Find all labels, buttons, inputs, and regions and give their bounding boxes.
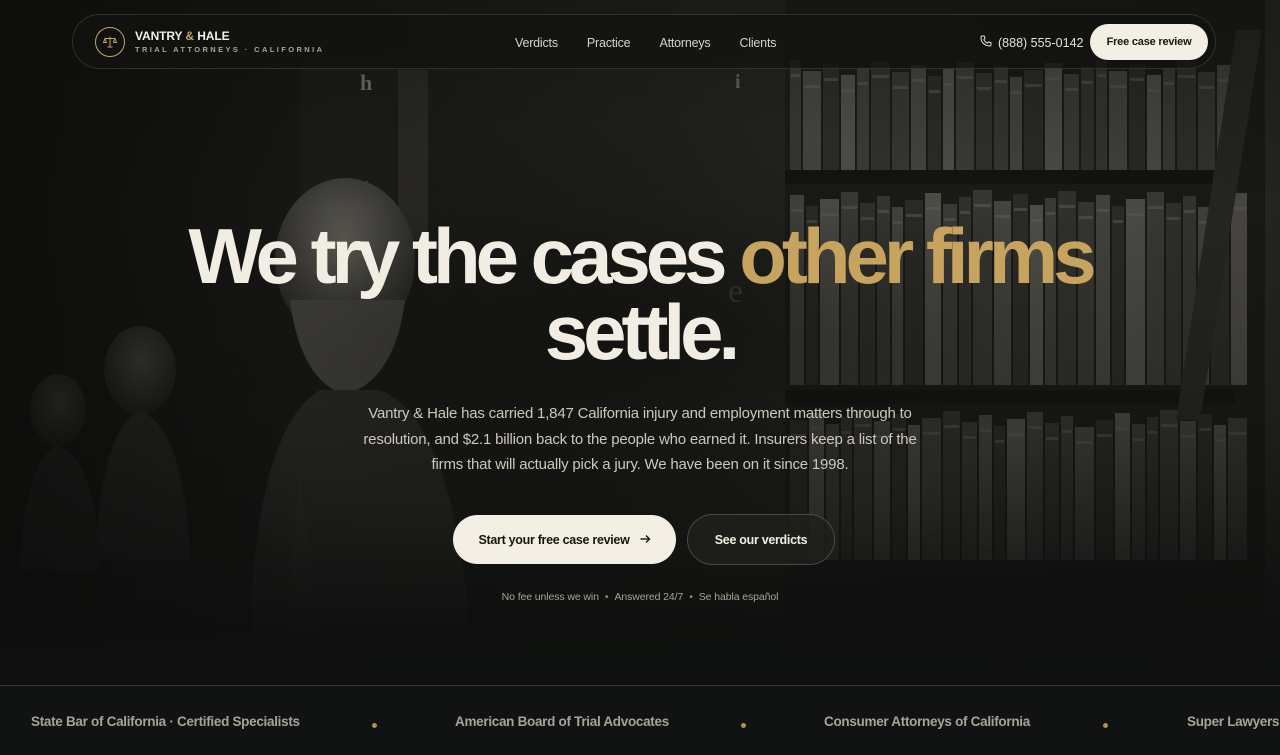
assurance-line: No fee unless we win • Answered 24/7 • Se ha…	[0, 591, 1280, 603]
phone-icon	[980, 35, 992, 50]
phone-number: (888) 555-0142	[998, 35, 1084, 50]
credentials-strip: State Bar of California · Certified Spec…	[0, 685, 1280, 755]
separator-dot	[741, 723, 746, 728]
nav-link-verdicts[interactable]: Verdicts	[515, 36, 558, 50]
hero-title-main: We try the cases	[188, 212, 727, 300]
hero-subtitle: Vantry & Hale has carried 1,847 Californ…	[363, 405, 917, 473]
nav-link-practice[interactable]: Practice	[587, 36, 631, 50]
hero-title-end: settle.	[544, 288, 740, 376]
separator-dot	[1103, 723, 1108, 728]
brand-name: VANTRY & HALE	[135, 29, 230, 44]
nav-links: Verdicts Practice Attorneys Clients	[515, 15, 776, 70]
free-case-review-button[interactable]: Free case review	[1090, 24, 1208, 60]
credential-super-lawyers: Super Lawyers	[1187, 713, 1280, 729]
scales-icon	[95, 27, 125, 57]
brand-logo-link[interactable]: VANTRY & HALE TRIAL ATTORNEYS · CALIFORN…	[95, 27, 324, 57]
hero-title-accent: other firms	[739, 212, 1096, 300]
start-case-review-button[interactable]: Start your free case review	[453, 515, 676, 564]
start-case-review-label: Start your free case review	[478, 532, 630, 547]
main-navbar: VANTRY & HALE TRIAL ATTORNEYS · CALIFORN…	[72, 14, 1216, 69]
separator-dot	[372, 723, 377, 728]
credential-caoc: Consumer Attorneys of California	[824, 713, 1030, 729]
assurance-answered: Answered 24/7	[614, 591, 684, 603]
assurance-no-fee: No fee unless we win	[501, 591, 599, 603]
arrow-right-icon	[640, 533, 651, 547]
credential-state-bar: State Bar of California · Certified Spec…	[31, 713, 300, 729]
phone-link[interactable]: (888) 555-0142	[980, 15, 1083, 70]
brand-text: VANTRY & HALE TRIAL ATTORNEYS · CALIFORN…	[135, 30, 324, 54]
separator-dot: •	[689, 591, 693, 603]
brand-tagline: TRIAL ATTORNEYS · CALIFORNIA	[135, 45, 325, 55]
nav-link-clients[interactable]: Clients	[739, 36, 776, 50]
separator-dot: •	[604, 591, 609, 603]
nav-link-attorneys[interactable]: Attorneys	[659, 36, 710, 50]
assurance-spanish: Se habla español	[698, 591, 779, 603]
hero-title: We try the cases other firms settle.	[0, 217, 1280, 371]
credential-abota: American Board of Trial Advocates	[455, 713, 669, 729]
see-verdicts-button[interactable]: See our verdicts	[687, 514, 835, 565]
